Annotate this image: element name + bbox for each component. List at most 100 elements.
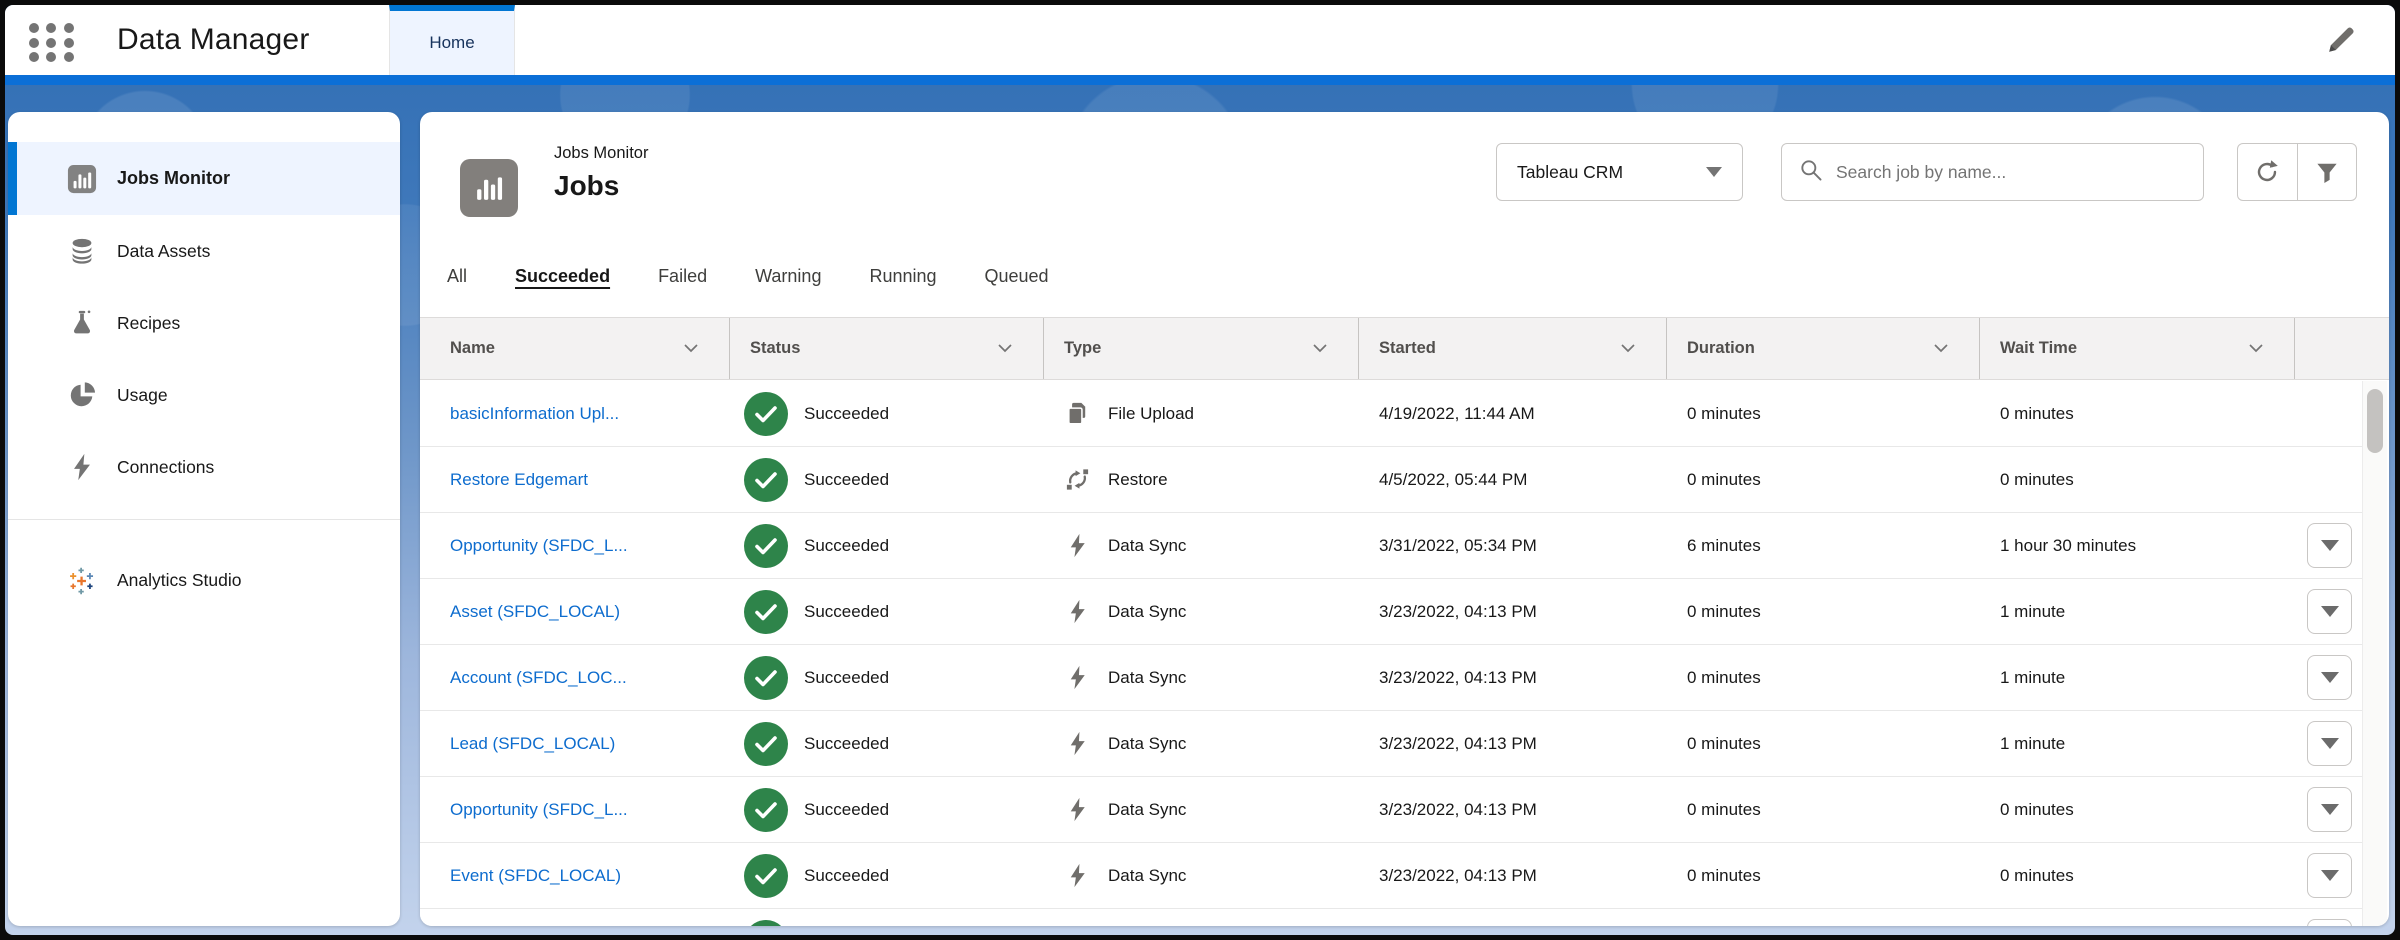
cell-actions [2295, 523, 2362, 568]
pie-chart-icon [67, 380, 97, 410]
cell-actions [2295, 589, 2362, 634]
sidebar-item-label: Analytics Studio [117, 570, 242, 591]
row-menu-button[interactable] [2307, 787, 2352, 832]
cell-started: 3/23/2022, 04:13 PM [1359, 602, 1667, 622]
sidebar-item-data-assets[interactable]: Data Assets [8, 215, 400, 287]
row-menu-button[interactable] [2307, 919, 2352, 926]
cell-type: Data Sync [1044, 664, 1359, 691]
data-sync-icon [1064, 862, 1091, 889]
table-row: Opportunity (SFDC_L...SucceededData Sync… [420, 777, 2362, 843]
row-menu-button[interactable] [2307, 589, 2352, 634]
chevron-down-icon [2248, 339, 2264, 358]
edit-pencil-icon[interactable] [2325, 22, 2359, 56]
column-label: Name [450, 339, 495, 358]
job-name-link[interactable]: Account (SFDC_LOC... [450, 668, 627, 688]
cell-wait-time: 0 minutes [1980, 866, 2295, 886]
search-input[interactable] [1836, 162, 2187, 183]
column-label: Duration [1687, 339, 1755, 358]
row-menu-button[interactable] [2307, 523, 2352, 568]
page-background: Data Manager Home Jobs MonitorData Asset… [5, 5, 2395, 935]
sidebar-item-label: Usage [117, 385, 168, 406]
tab-succeeded[interactable]: Succeeded [491, 266, 634, 318]
cell-status: Succeeded [730, 458, 1044, 502]
cell-duration: 0 minutes [1667, 668, 1980, 688]
cell-status [730, 920, 1044, 927]
jobs-panel: Jobs Monitor Jobs Tableau CRM AllSucceed… [420, 112, 2389, 926]
tab-failed[interactable]: Failed [634, 266, 731, 318]
success-check-icon [744, 590, 788, 634]
cell-name: Event (SFDC_LOCAL) [420, 866, 730, 886]
column-header-status[interactable]: Status [730, 318, 1044, 379]
table-row: Restore Edgemart Succeeded Restore 4/5/2022… [420, 447, 2362, 513]
cell-started: 3/23/2022, 04:13 PM [1359, 668, 1667, 688]
cell-actions [2295, 853, 2362, 898]
cell-duration: 0 minutes [1667, 404, 1980, 424]
refresh-button[interactable] [2238, 144, 2297, 200]
sidebar-item-analytics-studio[interactable]: Analytics Studio [8, 540, 400, 620]
success-check-icon [744, 722, 788, 766]
row-menu-button[interactable] [2307, 721, 2352, 766]
cell-wait-time: 0 minutes [1980, 800, 2295, 820]
menu-triangle-icon [2321, 738, 2339, 749]
cell-wait-time: 0 minutes [1980, 470, 2295, 490]
panel-eyebrow: Jobs Monitor [554, 144, 648, 163]
dropdown-triangle-icon [1706, 167, 1722, 177]
cell-duration: 0 minutes [1667, 470, 1980, 490]
column-header-wait-time[interactable]: Wait Time [1980, 318, 2295, 379]
sidebar-item-usage[interactable]: Usage [8, 359, 400, 431]
table-row: basicInformation Upl... Succeeded File Upl… [420, 381, 2362, 447]
panel-title: Jobs [554, 170, 619, 202]
column-header-duration[interactable]: Duration [1667, 318, 1980, 379]
table-row: Asset (SFDC_LOCAL)SucceededData Sync3/23… [420, 579, 2362, 645]
row-menu-button[interactable] [2307, 853, 2352, 898]
sidebar-item-connections[interactable]: Connections [8, 431, 400, 503]
tab-all[interactable]: All [423, 266, 491, 318]
column-label: Type [1064, 339, 1101, 358]
app-launcher-icon[interactable] [29, 23, 77, 63]
type-label: Data Sync [1108, 536, 1186, 556]
cell-status: Succeeded [730, 722, 1044, 766]
chevron-down-icon [683, 339, 699, 358]
app-selector-dropdown[interactable]: Tableau CRM [1496, 143, 1743, 201]
chevron-down-icon [1933, 339, 1949, 358]
success-check-icon [744, 524, 788, 568]
type-label: Restore [1108, 470, 1168, 490]
column-header-type[interactable]: Type [1044, 318, 1359, 379]
job-name-link[interactable]: Event (SFDC_LOCAL) [450, 866, 621, 886]
status-label: Succeeded [804, 668, 889, 688]
sidebar-item-jobs-monitor[interactable]: Jobs Monitor [8, 142, 400, 215]
job-name-link[interactable]: basicInformation Upl... [450, 404, 619, 424]
job-name-link[interactable]: Asset (SFDC_LOCAL) [450, 602, 620, 622]
vertical-scrollbar-thumb[interactable] [2367, 389, 2383, 453]
sidebar-item-recipes[interactable]: Recipes [8, 287, 400, 359]
status-label: Succeeded [804, 800, 889, 820]
nav-tab-home[interactable]: Home [389, 5, 515, 75]
cell-type: File Upload [1044, 400, 1359, 427]
column-header-name[interactable]: Name [420, 318, 730, 379]
table-row: Event (SFDC_LOCAL)SucceededData Sync3/23… [420, 843, 2362, 909]
job-name-link[interactable]: Restore Edgemart [450, 470, 588, 490]
file-upload-icon [1064, 400, 1091, 427]
job-name-link[interactable]: Lead (SFDC_LOCAL) [450, 734, 615, 754]
tab-queued[interactable]: Queued [961, 266, 1073, 318]
chevron-down-icon [1620, 339, 1636, 358]
job-name-link[interactable]: Opportunity (SFDC_L... [450, 800, 628, 820]
cell-status: Succeeded [730, 392, 1044, 436]
menu-triangle-icon [2321, 804, 2339, 815]
row-menu-button[interactable] [2307, 655, 2352, 700]
job-name-link[interactable]: Opportunity (SFDC_L... [450, 536, 628, 556]
cell-started: 3/23/2022, 04:13 PM [1359, 734, 1667, 754]
data-sync-icon [1064, 532, 1091, 559]
column-header-started[interactable]: Started [1359, 318, 1667, 379]
cell-status: Succeeded [730, 524, 1044, 568]
database-icon [67, 236, 97, 266]
sidebar-divider [8, 519, 400, 520]
filter-button[interactable] [2297, 144, 2357, 200]
tab-warning[interactable]: Warning [731, 266, 845, 318]
cell-started: 4/5/2022, 05:44 PM [1359, 470, 1667, 490]
status-label: Succeeded [804, 404, 889, 424]
cell-started: 3/23/2022, 04:13 PM [1359, 800, 1667, 820]
tab-running[interactable]: Running [845, 266, 960, 318]
cell-duration: 0 minutes [1667, 866, 1980, 886]
cell-wait-time: 1 minute [1980, 668, 2295, 688]
